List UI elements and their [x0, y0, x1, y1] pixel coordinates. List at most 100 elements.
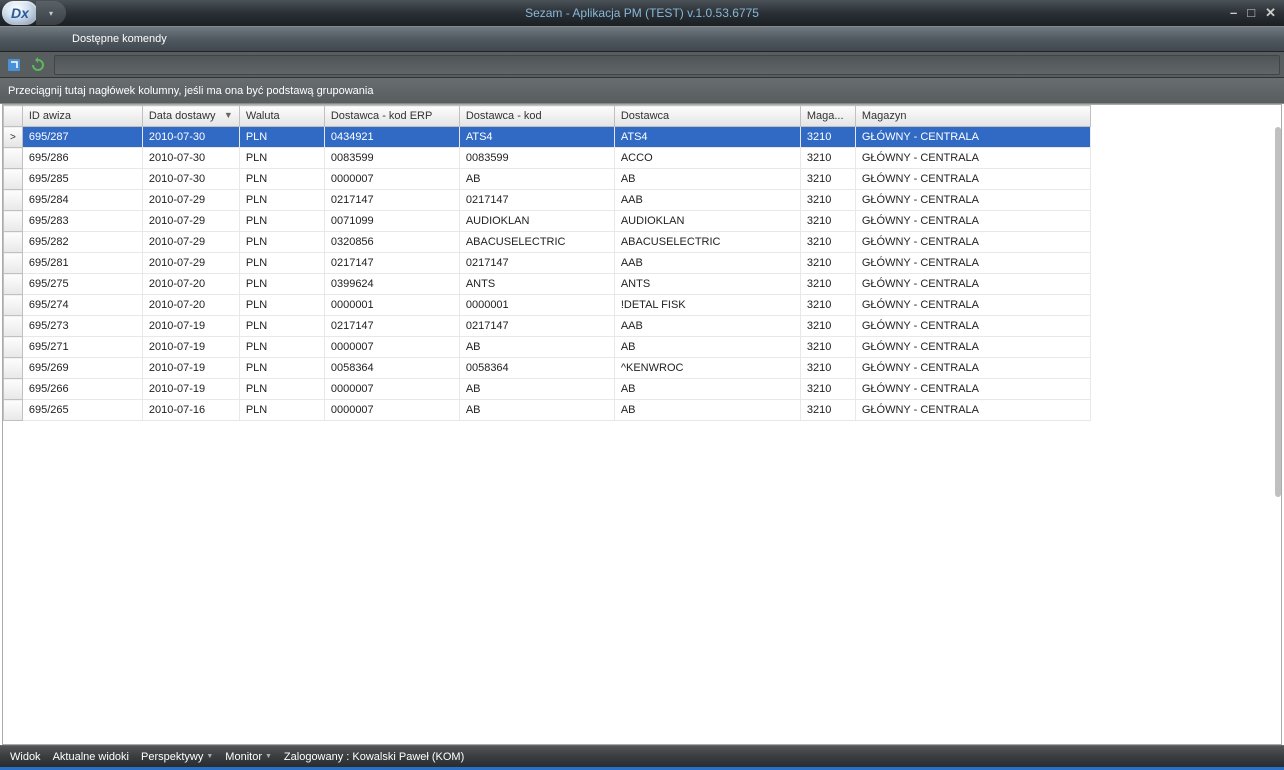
minimize-button[interactable]: –: [1230, 5, 1237, 21]
table-cell[interactable]: ^KENWROC: [614, 358, 800, 379]
table-cell[interactable]: 0000001: [459, 295, 614, 316]
table-cell[interactable]: 695/283: [22, 211, 142, 232]
status-aktualne-widoki[interactable]: Aktualne widoki: [49, 751, 133, 763]
table-cell[interactable]: AUDIOKLAN: [459, 211, 614, 232]
table-cell[interactable]: PLN: [239, 253, 324, 274]
table-cell[interactable]: GŁÓWNY - CENTRALA: [855, 211, 1090, 232]
data-grid[interactable]: ID awiza Data dostawy▼ Waluta Dostawca -…: [2, 104, 1282, 745]
table-cell[interactable]: 0217147: [324, 316, 459, 337]
close-button[interactable]: ✕: [1265, 5, 1276, 21]
table-row[interactable]: 695/2812010-07-29PLN02171470217147AAB321…: [4, 253, 1091, 274]
table-cell[interactable]: PLN: [239, 148, 324, 169]
column-header-magazyn[interactable]: Magazyn: [855, 106, 1090, 127]
table-cell[interactable]: GŁÓWNY - CENTRALA: [855, 232, 1090, 253]
table-cell[interactable]: 0217147: [459, 316, 614, 337]
column-header-kod[interactable]: Dostawca - kod: [459, 106, 614, 127]
table-cell[interactable]: 3210: [800, 127, 855, 148]
table-row[interactable]: 695/2852010-07-30PLN0000007ABAB3210GŁÓWN…: [4, 169, 1091, 190]
row-indicator[interactable]: [4, 400, 23, 421]
table-cell[interactable]: 3210: [800, 211, 855, 232]
table-cell[interactable]: PLN: [239, 400, 324, 421]
table-cell[interactable]: GŁÓWNY - CENTRALA: [855, 379, 1090, 400]
table-cell[interactable]: PLN: [239, 337, 324, 358]
table-cell[interactable]: 3210: [800, 337, 855, 358]
table-cell[interactable]: 2010-07-19: [142, 316, 239, 337]
table-cell[interactable]: AB: [459, 337, 614, 358]
table-cell[interactable]: 695/287: [22, 127, 142, 148]
group-by-bar[interactable]: Przeciągnij tutaj nagłówek kolumny, jeśl…: [0, 78, 1284, 104]
table-cell[interactable]: 2010-07-30: [142, 169, 239, 190]
table-cell[interactable]: 0217147: [324, 190, 459, 211]
table-cell[interactable]: 695/271: [22, 337, 142, 358]
table-cell[interactable]: 2010-07-29: [142, 253, 239, 274]
status-monitor[interactable]: Monitor▼: [221, 751, 276, 763]
row-indicator[interactable]: [4, 253, 23, 274]
table-cell[interactable]: GŁÓWNY - CENTRALA: [855, 169, 1090, 190]
table-cell[interactable]: 2010-07-16: [142, 400, 239, 421]
table-cell[interactable]: AAB: [614, 190, 800, 211]
table-cell[interactable]: 695/274: [22, 295, 142, 316]
table-cell[interactable]: AAB: [614, 253, 800, 274]
table-cell[interactable]: 0217147: [459, 253, 614, 274]
table-cell[interactable]: 0071099: [324, 211, 459, 232]
quick-access-dropdown[interactable]: ▾: [36, 1, 66, 25]
column-header-currency[interactable]: Waluta: [239, 106, 324, 127]
table-cell[interactable]: GŁÓWNY - CENTRALA: [855, 316, 1090, 337]
table-row[interactable]: 695/2712010-07-19PLN0000007ABAB3210GŁÓWN…: [4, 337, 1091, 358]
table-cell[interactable]: 3210: [800, 232, 855, 253]
table-cell[interactable]: GŁÓWNY - CENTRALA: [855, 400, 1090, 421]
table-cell[interactable]: 2010-07-29: [142, 190, 239, 211]
table-row[interactable]: 695/2652010-07-16PLN0000007ABAB3210GŁÓWN…: [4, 400, 1091, 421]
row-indicator[interactable]: [4, 274, 23, 295]
table-cell[interactable]: 695/269: [22, 358, 142, 379]
table-cell[interactable]: 0434921: [324, 127, 459, 148]
row-indicator[interactable]: [4, 211, 23, 232]
row-indicator[interactable]: [4, 148, 23, 169]
table-cell[interactable]: 0083599: [324, 148, 459, 169]
table-cell[interactable]: GŁÓWNY - CENTRALA: [855, 127, 1090, 148]
column-header-id[interactable]: ID awiza: [22, 106, 142, 127]
table-cell[interactable]: AB: [614, 169, 800, 190]
maximize-button[interactable]: □: [1247, 5, 1255, 21]
table-cell[interactable]: 3210: [800, 295, 855, 316]
table-cell[interactable]: AB: [614, 337, 800, 358]
table-cell[interactable]: 0399624: [324, 274, 459, 295]
table-cell[interactable]: 695/285: [22, 169, 142, 190]
table-cell[interactable]: 2010-07-29: [142, 211, 239, 232]
table-cell[interactable]: PLN: [239, 358, 324, 379]
table-cell[interactable]: 695/282: [22, 232, 142, 253]
table-cell[interactable]: 695/275: [22, 274, 142, 295]
table-cell[interactable]: 0058364: [459, 358, 614, 379]
table-cell[interactable]: PLN: [239, 316, 324, 337]
table-cell[interactable]: GŁÓWNY - CENTRALA: [855, 148, 1090, 169]
table-cell[interactable]: GŁÓWNY - CENTRALA: [855, 295, 1090, 316]
row-indicator[interactable]: [4, 232, 23, 253]
table-cell[interactable]: PLN: [239, 127, 324, 148]
row-indicator[interactable]: >: [4, 127, 23, 148]
table-cell[interactable]: ANTS: [459, 274, 614, 295]
table-cell[interactable]: 0320856: [324, 232, 459, 253]
table-cell[interactable]: 695/284: [22, 190, 142, 211]
table-cell[interactable]: 3210: [800, 316, 855, 337]
table-cell[interactable]: AB: [614, 379, 800, 400]
table-cell[interactable]: 2010-07-30: [142, 148, 239, 169]
table-cell[interactable]: PLN: [239, 295, 324, 316]
column-header-supplier[interactable]: Dostawca: [614, 106, 800, 127]
table-cell[interactable]: ABACUSELECTRIC: [614, 232, 800, 253]
ribbon-tab-commands[interactable]: Dostępne komendy: [72, 33, 167, 45]
table-cell[interactable]: PLN: [239, 379, 324, 400]
row-indicator[interactable]: [4, 190, 23, 211]
command-input[interactable]: [54, 55, 1280, 75]
table-cell[interactable]: 0217147: [324, 253, 459, 274]
table-cell[interactable]: 2010-07-29: [142, 232, 239, 253]
table-cell[interactable]: AUDIOKLAN: [614, 211, 800, 232]
table-row[interactable]: 695/2662010-07-19PLN0000007ABAB3210GŁÓWN…: [4, 379, 1091, 400]
status-widok[interactable]: Widok: [6, 751, 45, 763]
table-cell[interactable]: 0000007: [324, 400, 459, 421]
table-cell[interactable]: 3210: [800, 379, 855, 400]
row-indicator[interactable]: [4, 295, 23, 316]
table-cell[interactable]: ATS4: [459, 127, 614, 148]
table-row[interactable]: 695/2842010-07-29PLN02171470217147AAB321…: [4, 190, 1091, 211]
table-cell[interactable]: 695/281: [22, 253, 142, 274]
vertical-scrollbar[interactable]: [1275, 127, 1281, 744]
